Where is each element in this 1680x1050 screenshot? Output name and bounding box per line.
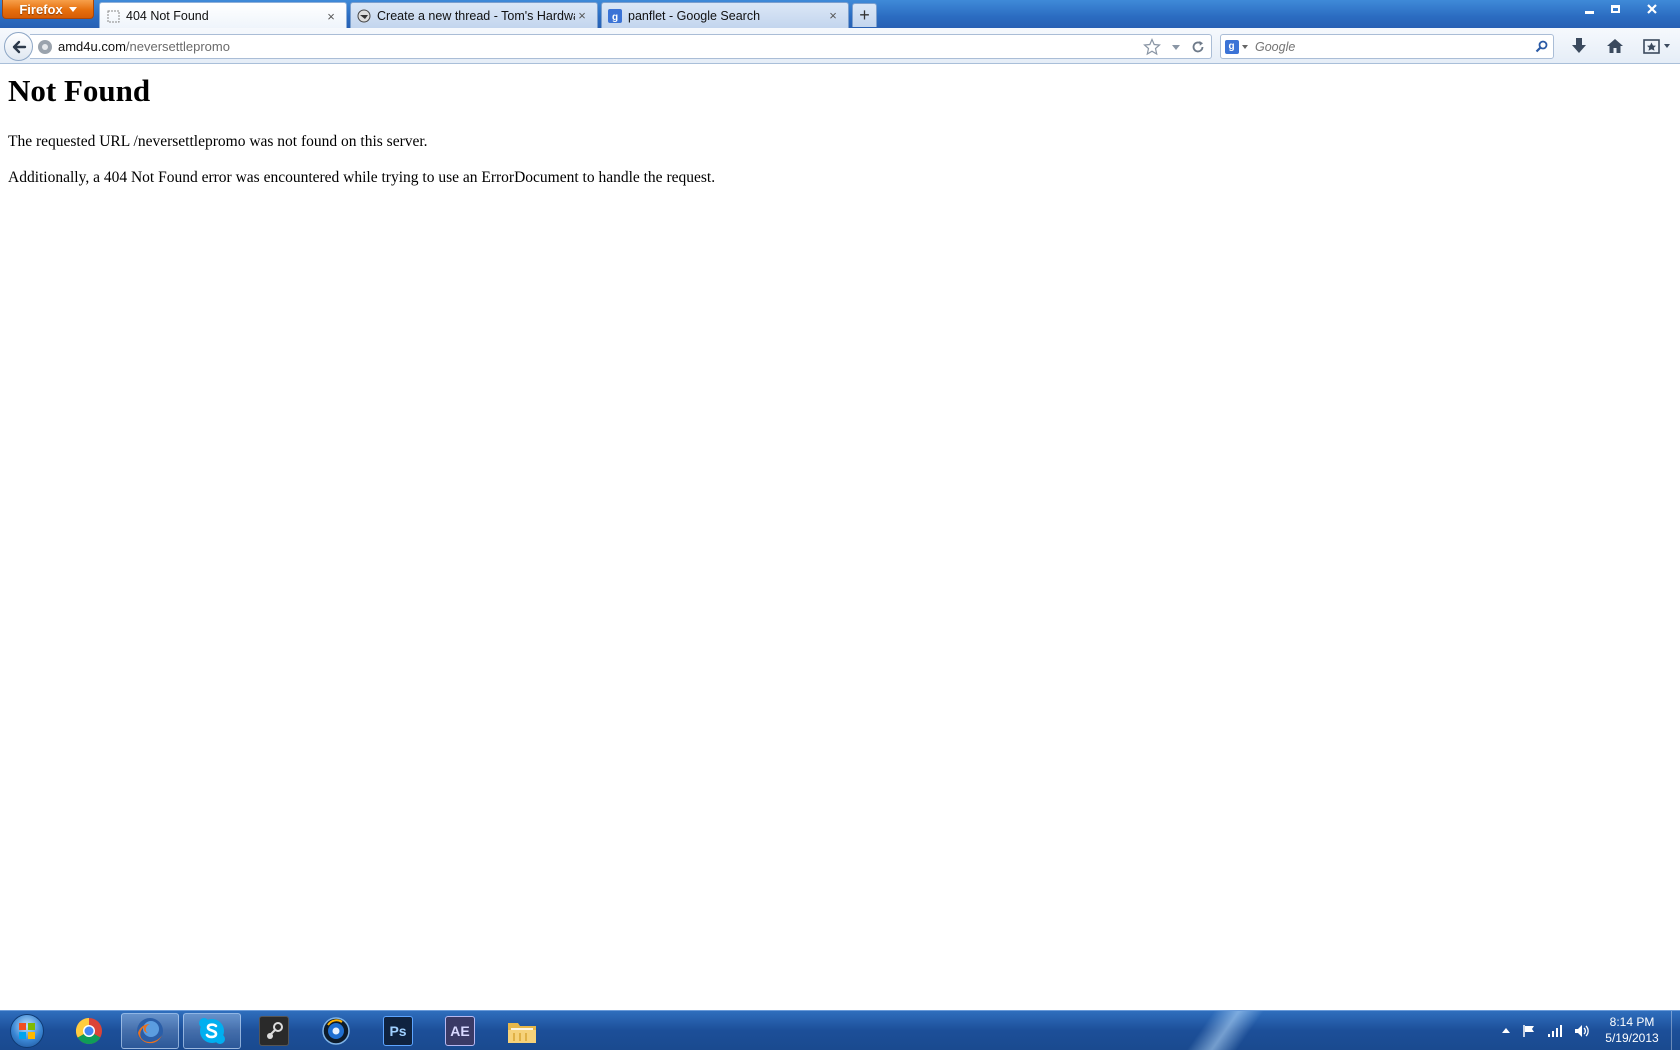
url-domain: amd4u.com — [58, 39, 126, 54]
taskbar-chrome[interactable] — [60, 1013, 118, 1049]
action-center-flag-icon[interactable] — [1522, 1024, 1536, 1038]
firefox-menu-label: Firefox — [19, 1, 63, 17]
close-icon — [1647, 4, 1657, 14]
restore-button[interactable] — [1602, 0, 1628, 18]
url-path: /neversettlepromo — [125, 39, 230, 54]
bookmarks-icon — [1643, 39, 1670, 54]
tab-title: Create a new thread - Tom's Hardware — [377, 8, 575, 23]
search-button[interactable] — [1529, 40, 1553, 53]
show-hidden-icons-icon[interactable] — [1501, 1026, 1511, 1036]
home-button[interactable] — [1600, 33, 1630, 59]
dropdown-caret-icon — [1241, 44, 1248, 49]
close-window-button[interactable] — [1628, 0, 1676, 18]
minimize-icon — [1584, 10, 1594, 14]
tab-title: panflet - Google Search — [628, 8, 761, 23]
page-title: Not Found — [8, 73, 151, 108]
volume-icon[interactable] — [1574, 1024, 1590, 1038]
back-arrow-icon — [12, 40, 26, 53]
taskbar: Ps AE 8:14 PM 5/19/2013 — [0, 1010, 1680, 1050]
skype-icon — [199, 1018, 225, 1044]
home-icon — [1607, 39, 1623, 53]
tab-close-icon[interactable]: × — [826, 8, 840, 23]
taskbar-glow — [1171, 1011, 1279, 1050]
tab-title: 404 Not Found — [126, 9, 209, 23]
tab-close-icon[interactable]: × — [324, 9, 338, 24]
tab-404-not-found[interactable]: 404 Not Found × — [99, 2, 347, 29]
back-button[interactable] — [4, 32, 33, 61]
tab-close-icon[interactable]: × — [575, 8, 589, 23]
new-tab-button[interactable]: + — [852, 3, 877, 27]
blank-page-icon — [106, 9, 120, 23]
downloads-button[interactable] — [1564, 33, 1594, 59]
search-icon — [1535, 40, 1547, 53]
start-button[interactable] — [4, 1012, 50, 1050]
media-player-icon — [322, 1017, 350, 1045]
google-icon: g — [608, 8, 622, 23]
taskbar-photoshop[interactable]: Ps — [369, 1013, 427, 1049]
taskbar-skype[interactable] — [183, 1013, 241, 1049]
clock-date: 5/19/2013 — [1605, 1031, 1659, 1045]
dropdown-caret-icon — [68, 6, 77, 12]
error-message: The requested URL /neversettlepromo was … — [8, 133, 428, 150]
firefox-menu-button[interactable]: Firefox — [2, 0, 94, 19]
taskbar-firefox[interactable] — [121, 1013, 179, 1049]
tab-toms-hardware[interactable]: Create a new thread - Tom's Hardware × — [350, 2, 598, 28]
google-icon: g — [1224, 39, 1239, 54]
search-input[interactable] — [1251, 39, 1529, 54]
title-bar: Firefox 404 Not Found × Create a new thr… — [0, 0, 1680, 29]
folder-icon — [508, 1023, 536, 1043]
download-arrow-icon — [1572, 38, 1586, 53]
navigation-toolbar: amd4u.com/neversettlepromo g — [0, 28, 1680, 64]
taskbar-clock[interactable]: 8:14 PM 5/19/2013 — [1594, 1014, 1670, 1048]
site-identity-icon[interactable] — [38, 39, 52, 54]
chrome-icon — [75, 1017, 102, 1045]
search-engine-selector[interactable]: g — [1221, 35, 1251, 58]
reload-icon[interactable] — [1191, 40, 1205, 54]
search-bar: g — [1220, 34, 1554, 59]
after-effects-icon: AE — [445, 1016, 475, 1046]
error-document-message: Additionally, a 404 Not Found error was … — [8, 169, 716, 186]
google-icon-glyph: g — [612, 12, 618, 23]
toms-hardware-icon — [357, 9, 371, 23]
tab-google-search[interactable]: g panflet - Google Search × — [601, 2, 849, 28]
clock-time: 8:14 PM — [1609, 1015, 1655, 1029]
taskbar-media-player[interactable] — [307, 1013, 365, 1049]
bookmark-star-icon[interactable] — [1143, 38, 1161, 56]
network-signal-icon[interactable] — [1547, 1024, 1563, 1038]
steam-icon — [259, 1016, 289, 1046]
bookmarks-menu-button[interactable] — [1638, 33, 1678, 59]
taskbar-steam[interactable] — [245, 1013, 303, 1049]
minimize-button[interactable] — [1576, 0, 1602, 18]
restore-icon — [1610, 5, 1620, 13]
system-tray — [1495, 1011, 1595, 1050]
firefox-icon — [137, 1018, 163, 1044]
windows-logo-icon — [10, 1014, 44, 1048]
history-dropdown-icon[interactable] — [1171, 42, 1181, 52]
photoshop-icon: Ps — [383, 1016, 413, 1046]
url-bar[interactable]: amd4u.com/neversettlepromo — [30, 34, 1212, 59]
show-desktop-button[interactable] — [1671, 1011, 1680, 1050]
page-content: Not Found The requested URL /neversettle… — [0, 65, 1680, 1010]
taskbar-windows-explorer[interactable] — [493, 1013, 551, 1049]
taskbar-after-effects[interactable]: AE — [431, 1013, 489, 1049]
